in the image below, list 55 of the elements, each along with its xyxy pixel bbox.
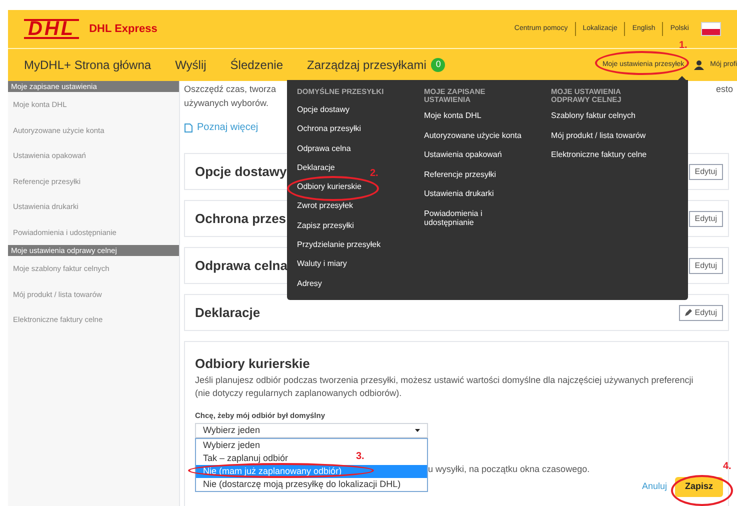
- intro-text: esto: [716, 83, 733, 96]
- edit-button[interactable]: Edytuj: [688, 258, 723, 274]
- highlight-ellipse: [671, 475, 733, 506]
- edit-button[interactable]: Edytuj: [688, 164, 723, 180]
- hint-text: u wysyłki, na początku okna czasowego.: [428, 463, 590, 476]
- dropdown-option[interactable]: Tak – zaplanuj odbiór: [203, 453, 288, 464]
- dhl-logo[interactable]: DHL: [24, 19, 80, 39]
- card-title: Ochrona przes: [195, 210, 286, 228]
- document-edit-icon: [184, 122, 193, 132]
- menu-item[interactable]: Szablony faktur celnych: [551, 111, 636, 120]
- nav-link[interactable]: MyDHL+ Strona główna: [24, 56, 152, 74]
- flag-icon[interactable]: [701, 22, 721, 36]
- menu-item[interactable]: Autoryzowane użycie konta: [424, 130, 522, 140]
- menu-item[interactable]: Powiadomienia i udostępnianie: [424, 208, 534, 226]
- menu-item[interactable]: Ochrona przesyłki: [297, 124, 362, 134]
- step-number: 1.: [679, 41, 688, 51]
- menu-item[interactable]: Ustawienia opakowań: [424, 150, 502, 159]
- dropdown-option[interactable]: Wybierz jeden: [203, 440, 260, 450]
- caret-icon: [415, 428, 420, 432]
- edit-button[interactable]: Edytuj: [688, 210, 723, 226]
- card-title: Opcje dostawy: [195, 162, 287, 181]
- menu-item[interactable]: Elektroniczne faktury celne: [551, 150, 647, 159]
- card-title: Odbiory kurierskie: [195, 355, 310, 373]
- card-title: Deklaracje: [195, 304, 260, 322]
- menu-item[interactable]: Adresy: [297, 278, 322, 288]
- menu-item[interactable]: Moje konta DHL: [424, 111, 482, 120]
- save-button[interactable]: Zapisz: [674, 477, 723, 497]
- menu-item[interactable]: Przydzielanie przesyłek: [297, 240, 381, 250]
- dropdown-option[interactable]: Nie (dostarczę moją przesyłkę do lokalizacji DHL): [203, 479, 401, 490]
- step-number: 3.: [356, 452, 364, 462]
- menu-item[interactable]: Mój produkt / lista towarów: [551, 130, 646, 140]
- intro-text: Oszczędź czas, tworza: [184, 83, 276, 96]
- menu-item[interactable]: Referencje przesyłki: [424, 170, 496, 178]
- nav-link[interactable]: Zarządzaj przesyłkami 0: [307, 56, 446, 74]
- menu-item[interactable]: Ustawienia drukarki: [424, 189, 494, 198]
- step-number: 4.: [723, 462, 732, 472]
- card-title: Odprawa celna: [195, 256, 288, 275]
- menu-item[interactable]: Deklaracje: [297, 162, 335, 172]
- user-icon[interactable]: [694, 60, 704, 70]
- step-number: 2.: [370, 169, 378, 179]
- count-badge: 0: [431, 58, 446, 72]
- edit-button[interactable]: Edytuj: [678, 304, 723, 320]
- pencil-icon: [684, 309, 692, 316]
- intro-text: używanych wyborów.: [184, 96, 269, 110]
- description-text: Jeśli planujesz odbiór podczas tworzenia przesyłki, możesz ustawić wartości domyślne dla najczęściej używanych preferencji (nie dotyczy regularnych zaplanowanych odbiorów).: [195, 374, 694, 400]
- menu-item[interactable]: Odprawa celna: [297, 144, 351, 153]
- select-field[interactable]: Wybierz jeden: [195, 422, 428, 438]
- brand-name: DHL Express: [89, 22, 158, 37]
- nav-link[interactable]: Wyślij: [175, 56, 206, 74]
- menu-item[interactable]: Odbiory kurierskie: [297, 182, 362, 192]
- nav-link[interactable]: Śledzenie: [230, 56, 283, 74]
- menu-item[interactable]: Waluty i miary: [297, 259, 347, 268]
- menu-item[interactable]: Opcje dostawy: [297, 105, 350, 114]
- menu-item[interactable]: Zapisz przesyłki: [297, 220, 354, 230]
- menu-item[interactable]: Zwrot przesyłek: [297, 201, 354, 210]
